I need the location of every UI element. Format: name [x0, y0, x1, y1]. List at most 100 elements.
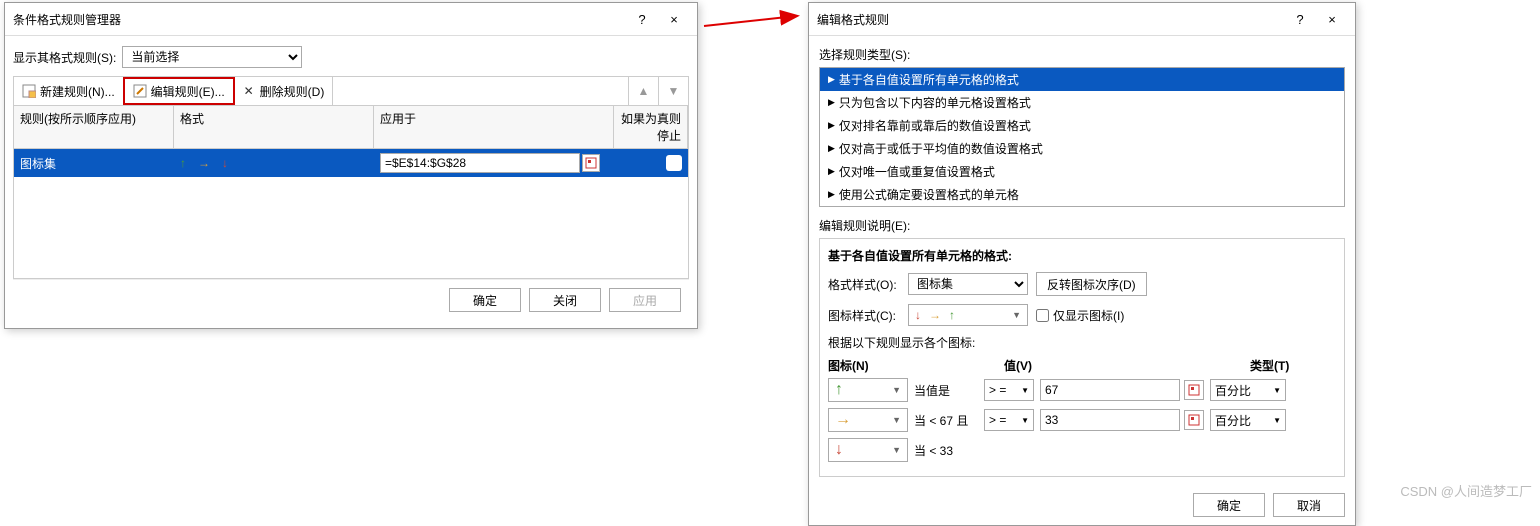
close-dialog-button[interactable]: 关闭 [529, 288, 601, 312]
delete-rule-icon: ✕ [242, 84, 256, 98]
when-label: 当值是 [914, 382, 978, 399]
icon-style-label: 图标样式(C): [828, 307, 900, 324]
edit-rule-button[interactable]: 编辑规则(E)... [123, 77, 235, 105]
range-select-icon[interactable] [582, 154, 600, 172]
col-applies: 应用于 [374, 106, 614, 148]
ok-button[interactable]: 确定 [449, 288, 521, 312]
rule-type-item[interactable]: ▶基于各自值设置所有单元格的格式 [820, 68, 1344, 91]
icon-rule-row: ↓▼ 当 < 33 [828, 438, 1336, 462]
reverse-order-button[interactable]: 反转图标次序(D) [1036, 272, 1147, 296]
value-input[interactable] [1040, 409, 1180, 431]
new-rule-icon [22, 84, 36, 98]
move-down-button[interactable]: ▼ [658, 77, 688, 105]
rule-type-item[interactable]: ▶仅对排名靠前或靠后的数值设置格式 [820, 114, 1344, 137]
value-input[interactable] [1040, 379, 1180, 401]
rule-row[interactable]: 图标集 ↑ → ↓ [14, 149, 688, 177]
rule-type-item[interactable]: ▶仅对高于或低于平均值的数值设置格式 [820, 137, 1344, 160]
system-buttons: ? × [1285, 9, 1347, 29]
arrow-right-icon: → [198, 156, 210, 170]
delete-rule-button[interactable]: ✕ 删除规则(D) [234, 77, 334, 105]
chevron-down-icon: ▼ [892, 415, 901, 425]
chevron-down-icon: ▼ [1273, 416, 1281, 425]
rule-type-list: ▶基于各自值设置所有单元格的格式 ▶只为包含以下内容的单元格设置格式 ▶仅对排名… [819, 67, 1345, 207]
edit-title: 基于各自值设置所有单元格的格式: [828, 247, 1336, 264]
chevron-down-icon: ▼ [892, 385, 901, 395]
operator-select[interactable]: > =▼ [984, 379, 1034, 401]
triangle-icon: ▶ [828, 74, 835, 85]
rule-type-item[interactable]: ▶使用公式确定要设置格式的单元格 [820, 183, 1344, 206]
apply-button[interactable]: 应用 [609, 288, 681, 312]
close-button[interactable]: × [659, 9, 689, 29]
format-style-select[interactable]: 图标集 [908, 273, 1028, 295]
triangle-icon: ▶ [828, 189, 835, 200]
delete-rule-label: 删除规则(D) [260, 83, 325, 100]
icon-style-select[interactable]: ↓ → ↑ ▼ [908, 304, 1028, 326]
triangle-icon: ▶ [828, 166, 835, 177]
rule-format-preview: ↑ → ↓ [174, 156, 374, 170]
arrow-up-icon: ↑ [835, 381, 843, 399]
edit-desc-label: 编辑规则说明(E): [819, 217, 1345, 234]
type-select[interactable]: 百分比▼ [1210, 409, 1286, 431]
show-rules-label: 显示其格式规则(S): [13, 49, 116, 66]
edit-rule-icon [133, 84, 147, 98]
operator-select[interactable]: > =▼ [984, 409, 1034, 431]
move-up-button[interactable]: ▲ [628, 77, 658, 105]
icon-select[interactable]: →▼ [828, 408, 908, 432]
triangle-icon: ▶ [828, 120, 835, 131]
icon-select[interactable]: ↑▼ [828, 378, 908, 402]
ok-button[interactable]: 确定 [1193, 493, 1265, 517]
rule-name: 图标集 [14, 155, 174, 172]
edit-section: 基于各自值设置所有单元格的格式: 格式样式(O): 图标集 反转图标次序(D) … [819, 238, 1345, 477]
rules-manager-dialog: 条件格式规则管理器 ? × 显示其格式规则(S): 当前选择 新建规则(N)..… [4, 2, 698, 329]
icon-rule-row: →▼ 当 < 67 且 > =▼ 百分比▼ [828, 408, 1336, 432]
arrow-right-icon: → [835, 411, 851, 429]
range-select-icon[interactable] [1184, 410, 1204, 430]
system-buttons: ? × [627, 9, 689, 29]
dialog-title: 条件格式规则管理器 [13, 11, 121, 28]
arrow-down-icon: ↓ [222, 156, 228, 170]
range-select-icon[interactable] [1184, 380, 1204, 400]
rules-grid-header: 规则(按所示顺序应用) 格式 应用于 如果为真则停止 [13, 105, 689, 149]
value-header: 值(V) [1004, 357, 1250, 374]
arrow-up-icon: ↑ [180, 156, 186, 170]
help-button[interactable]: ? [1285, 9, 1315, 29]
rules-intro: 根据以下规则显示各个图标: [828, 334, 1336, 351]
show-icon-only-checkbox[interactable]: 仅显示图标(I) [1036, 307, 1124, 324]
type-select[interactable]: 百分比▼ [1210, 379, 1286, 401]
arrow-right-icon: → [929, 308, 941, 322]
chevron-down-icon: ▼ [892, 445, 901, 455]
cancel-button[interactable]: 取消 [1273, 493, 1345, 517]
toolbar: 新建规则(N)... 编辑规则(E)... ✕ 删除规则(D) ▲ ▼ [13, 76, 689, 105]
edit-rule-dialog: 编辑格式规则 ? × 选择规则类型(S): ▶基于各自值设置所有单元格的格式 ▶… [808, 2, 1356, 526]
when-label: 当 < 33 [914, 442, 978, 459]
triangle-icon: ▶ [828, 143, 835, 154]
arrow-down-icon: ↓ [835, 441, 843, 459]
help-button[interactable]: ? [627, 9, 657, 29]
new-rule-button[interactable]: 新建规则(N)... [14, 77, 124, 105]
dialog-title: 编辑格式规则 [817, 11, 889, 28]
show-icon-only-input[interactable] [1036, 309, 1049, 322]
chevron-down-icon: ▼ [1012, 310, 1021, 320]
icon-rule-row: ↑▼ 当值是 > =▼ 百分比▼ [828, 378, 1336, 402]
stop-if-true-cell [614, 155, 688, 171]
rules-grid-body: 图标集 ↑ → ↓ [13, 149, 689, 279]
rule-type-item[interactable]: ▶只为包含以下内容的单元格设置格式 [820, 91, 1344, 114]
applies-to-input[interactable] [380, 153, 580, 173]
when-label: 当 < 67 且 [914, 412, 978, 429]
col-stop: 如果为真则停止 [614, 106, 688, 148]
chevron-down-icon: ▼ [1021, 386, 1029, 395]
select-rule-type-label: 选择规则类型(S): [819, 46, 1345, 63]
arrow-up-icon: ↑ [949, 308, 955, 322]
col-rule: 规则(按所示顺序应用) [14, 106, 174, 148]
close-button[interactable]: × [1317, 9, 1347, 29]
icon-select[interactable]: ↓▼ [828, 438, 908, 462]
new-rule-label: 新建规则(N)... [40, 83, 115, 100]
watermark: CSDN @人间造梦工厂 [1400, 481, 1532, 500]
arrow-down-icon: ↓ [915, 308, 921, 322]
applies-to-cell [374, 153, 614, 173]
show-rules-select[interactable]: 当前选择 [122, 46, 302, 68]
titlebar: 条件格式规则管理器 ? × [5, 3, 697, 36]
rule-type-item[interactable]: ▶仅对唯一值或重复值设置格式 [820, 160, 1344, 183]
stop-checkbox[interactable] [666, 155, 682, 171]
format-style-label: 格式样式(O): [828, 276, 900, 293]
